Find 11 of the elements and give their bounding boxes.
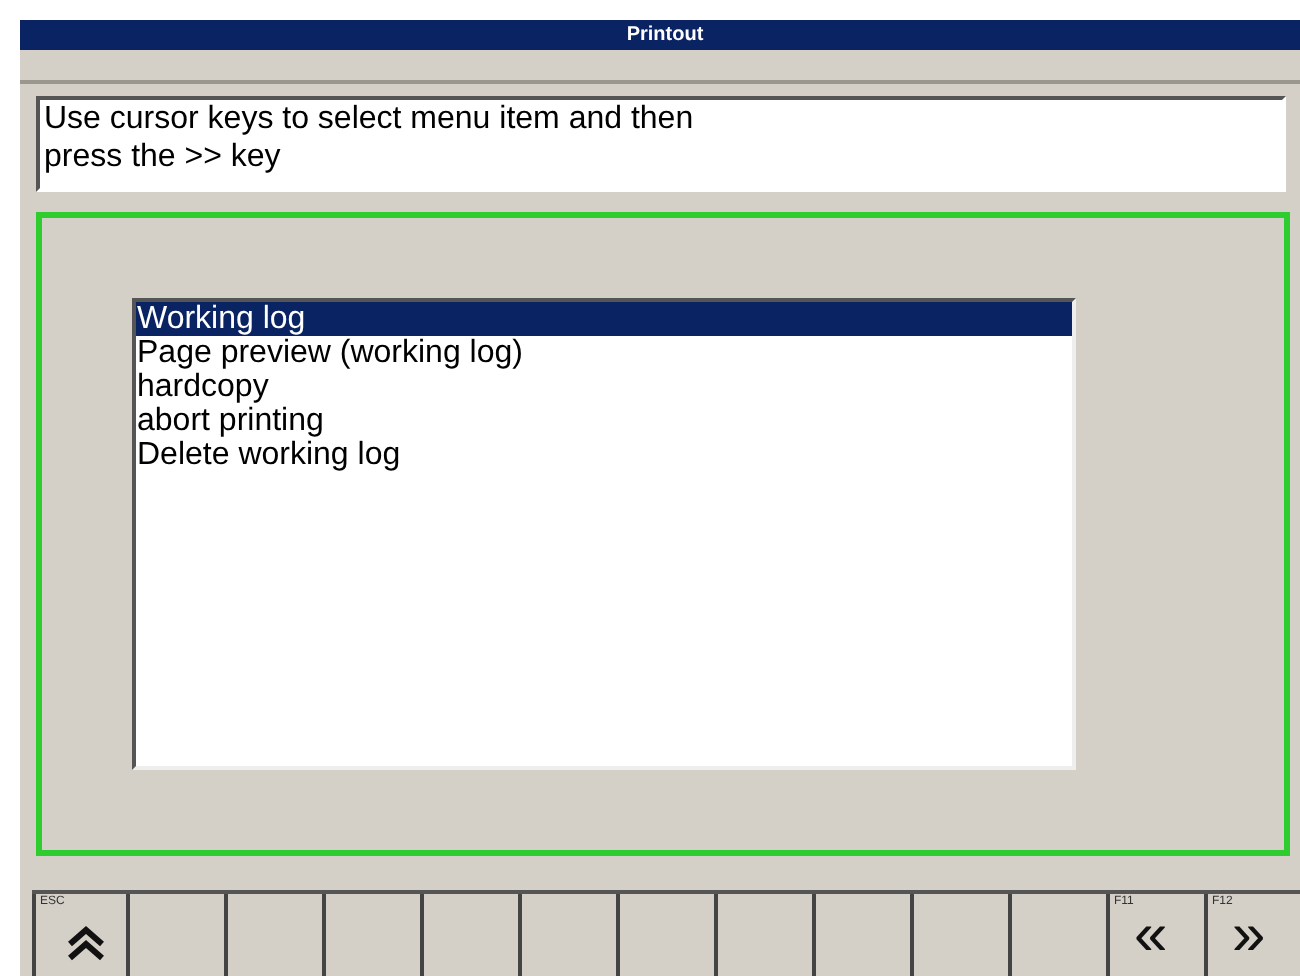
double-chevron-up-icon <box>66 926 106 962</box>
instruction-text: Use cursor keys to select menu item and then press the >> key <box>36 96 1286 192</box>
key-glyph: » <box>1232 906 1266 966</box>
menu-item[interactable]: Working log <box>135 302 1071 336</box>
menu-item[interactable]: abort printing <box>135 404 1071 438</box>
menu-item[interactable]: Delete working log <box>135 438 1071 472</box>
menu-item[interactable]: hardcopy <box>135 370 1071 404</box>
key-glyph: « <box>1134 906 1168 966</box>
menu-list[interactable]: Working log Page preview (working log) hardcopy abort printing Delete working log <box>131 298 1075 770</box>
menu-item[interactable]: Page preview (working log) <box>135 336 1071 370</box>
window-title: Printout <box>20 20 1300 50</box>
